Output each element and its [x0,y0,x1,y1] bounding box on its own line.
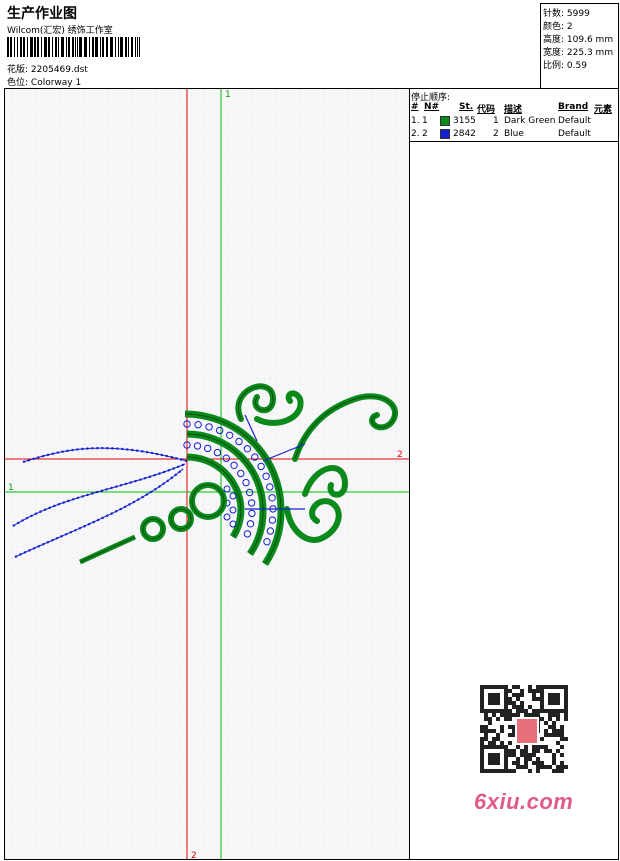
colorway-info: 色位: Colorway 1 [7,75,81,88]
col-stitches: St. [459,102,474,112]
row-n: 1 [422,116,428,126]
design-canvas[interactable]: 1 2 2 1 [4,88,410,860]
color-swatch [440,129,450,139]
guide-label-left: 1 [8,483,14,493]
row-description: Blue [504,129,524,139]
row-description: Dark Green [504,116,556,126]
file-label: 花版: [7,65,29,75]
col-description: 描述 [504,105,523,115]
stat-stitches: 针数: 5999 [543,9,590,19]
qr-code-icon [470,680,586,780]
row-n: 2 [422,129,428,139]
guide-label-top: 1 [225,90,231,100]
stat-colors: 颜色: 2 [543,22,573,32]
barcode-icon [7,37,140,57]
col-brand: Brand [558,102,589,112]
stat-height: 高度: 109.6 mm [543,35,614,45]
embroidery-design: 1 2 2 1 [5,89,409,860]
file-value: 2205469.dst [30,65,88,75]
row-code: 1 [493,116,499,126]
row-index: 2. [411,129,420,139]
row-code: 2 [493,129,499,139]
row-brand: Default [558,129,591,139]
row-stitches: 3155 [453,116,476,126]
guide-label-bottom: 2 [191,851,197,860]
file-info: 花版: 2205469.dst [7,62,88,75]
stat-scale: 比例: 0.59 [543,61,587,71]
guide-label-right: 2 [397,450,403,460]
row-stitches: 2842 [453,129,476,139]
colorway-value: Colorway 1 [30,78,82,88]
page-title: 生产作业图 [7,6,77,22]
col-element: 元素 [594,105,613,115]
col-n: N# [424,102,440,112]
stat-width: 宽度: 225.3 mm [543,48,614,58]
color-swatch [440,116,450,126]
stop-sequence-divider [409,141,619,142]
row-brand: Default [558,116,591,126]
col-code: 代码 [477,105,496,115]
col-index: # [411,102,419,112]
colorway-label: 色位: [7,78,29,88]
row-index: 1. [411,116,420,126]
organization-name: Wilcom(汇宏) 绣饰工作室 [7,26,113,36]
watermark-logo: 6xiu.com [474,789,574,814]
